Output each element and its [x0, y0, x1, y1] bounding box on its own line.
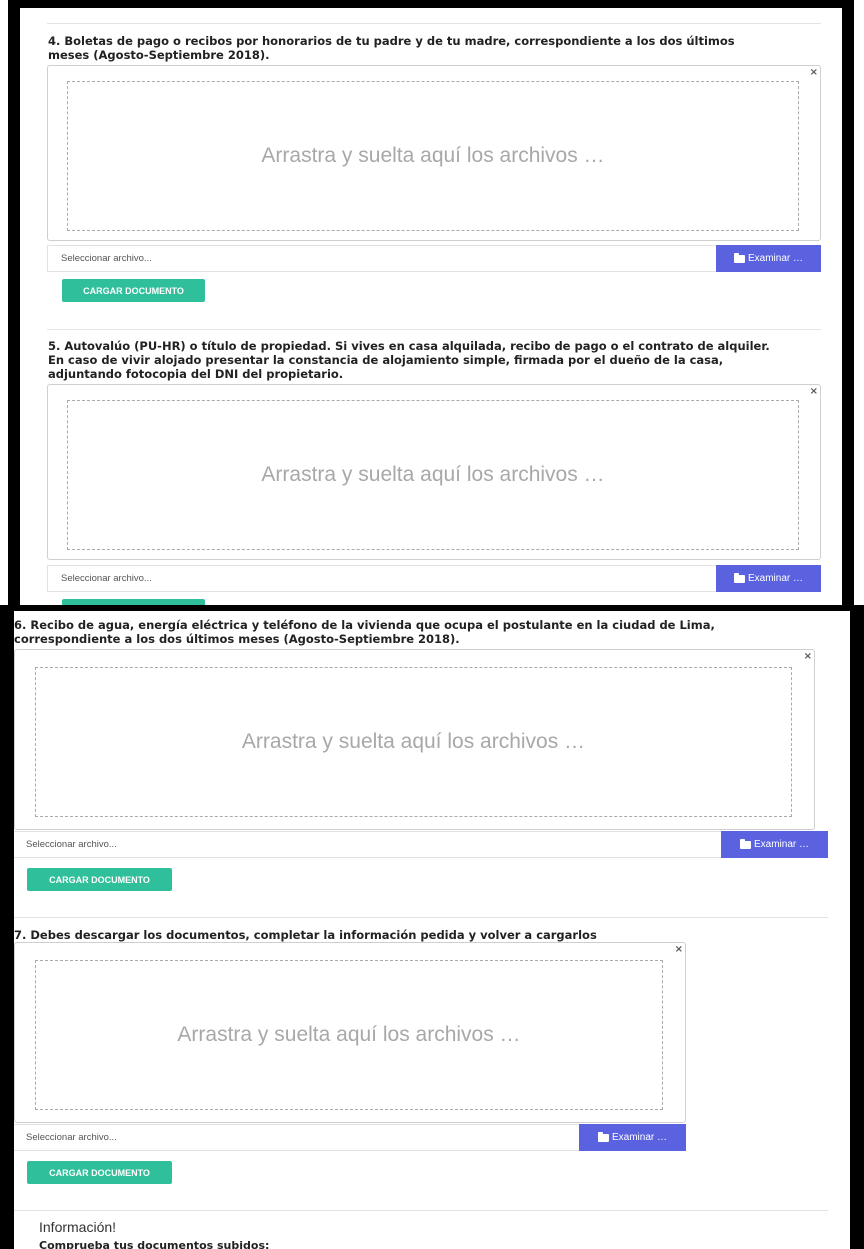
- section-divider: [14, 917, 828, 918]
- section-5-title-line2: En caso de vivir alojado presentar la co…: [48, 353, 724, 367]
- section-6-title-line2: correspondiente a los dos últimos meses …: [14, 632, 460, 646]
- section-4-title: 4. Boletas de pago o recibos por honorar…: [48, 34, 828, 62]
- info-subtitle: Comprueba tus documentos subidos:: [39, 1239, 270, 1249]
- section-7-browse-button[interactable]: Examinar …: [579, 1124, 686, 1151]
- section-6-dropbox[interactable]: × Arrastra y suelta aquí los archivos …: [14, 649, 815, 830]
- browse-button-label: Examinar …: [611, 1132, 667, 1143]
- file-input-placeholder: Seleccionar archivo...: [26, 839, 117, 850]
- section-4-title-line1: 4. Boletas de pago o recibos por honorar…: [48, 34, 735, 48]
- folder-icon: [733, 252, 745, 263]
- close-icon[interactable]: ×: [810, 387, 818, 397]
- folder-icon: [733, 572, 745, 583]
- section-6-title-line1: 6. Recibo de agua, energía eléctrica y t…: [14, 618, 715, 632]
- info-title: Información!: [39, 1219, 117, 1235]
- drop-zone-text: Arrastra y suelta aquí los archivos …: [261, 144, 605, 167]
- section-7-dropzone[interactable]: Arrastra y suelta aquí los archivos …: [35, 960, 663, 1110]
- section-5-title-line3: adjuntando fotocopia del DNI del propiet…: [48, 367, 344, 381]
- section-6-dropzone[interactable]: Arrastra y suelta aquí los archivos …: [35, 667, 792, 817]
- folder-icon: [739, 838, 751, 849]
- section-4-dropbox[interactable]: × Arrastra y suelta aquí los archivos …: [47, 65, 821, 241]
- section-7-file-input[interactable]: Seleccionar archivo... Examinar …: [14, 1124, 686, 1151]
- close-icon[interactable]: ×: [810, 68, 818, 78]
- section-divider: [47, 329, 821, 330]
- drop-zone-text: Arrastra y suelta aquí los archivos …: [241, 730, 586, 753]
- section-5-dropbox[interactable]: × Arrastra y suelta aquí los archivos …: [47, 384, 821, 560]
- section-divider: [47, 23, 821, 24]
- browse-button-label: Examinar …: [747, 253, 803, 264]
- section-7-dropbox[interactable]: × Arrastra y suelta aquí los archivos …: [14, 942, 686, 1123]
- section-4-browse-button[interactable]: Examinar …: [716, 245, 821, 272]
- section-6-file-input[interactable]: Seleccionar archivo... Examinar …: [14, 831, 828, 858]
- close-icon[interactable]: ×: [675, 945, 683, 955]
- section-4-title-line2: meses (Agosto-Septiembre 2018).: [48, 48, 270, 62]
- section-6-upload-button[interactable]: CARGAR DOCUMENTO: [27, 868, 172, 891]
- folder-icon: [597, 1131, 609, 1142]
- section-6-browse-button[interactable]: Examinar …: [721, 831, 828, 858]
- top-screenshot-panel: 4. Boletas de pago o recibos por honorar…: [8, 0, 854, 611]
- file-input-placeholder: Seleccionar archivo...: [61, 573, 152, 584]
- close-icon[interactable]: ×: [804, 652, 812, 662]
- section-5-title: 5. Autovalúo (PU-HR) o título de propied…: [48, 339, 838, 381]
- browse-button-label: Examinar …: [747, 573, 803, 584]
- section-5-title-line1: 5. Autovalúo (PU-HR) o título de propied…: [48, 339, 770, 353]
- section-4-upload-button[interactable]: CARGAR DOCUMENTO: [62, 279, 205, 302]
- section-divider: [14, 1210, 828, 1211]
- section-4-file-input[interactable]: Seleccionar archivo... Examinar …: [47, 245, 821, 272]
- drop-zone-text: Arrastra y suelta aquí los archivos …: [177, 1023, 521, 1046]
- file-input-placeholder: Seleccionar archivo...: [61, 253, 152, 264]
- bottom-screenshot-panel: 6. Recibo de agua, energía eléctrica y t…: [0, 605, 864, 1249]
- drop-zone-text: Arrastra y suelta aquí los archivos …: [261, 463, 605, 486]
- section-4-dropzone[interactable]: Arrastra y suelta aquí los archivos …: [67, 81, 799, 231]
- section-5-dropzone[interactable]: Arrastra y suelta aquí los archivos …: [67, 400, 799, 550]
- section-7-upload-button[interactable]: CARGAR DOCUMENTO: [27, 1161, 172, 1184]
- section-7-title: 7. Debes descargar los documentos, compl…: [14, 928, 714, 942]
- section-6-title: 6. Recibo de agua, energía eléctrica y t…: [14, 618, 844, 646]
- section-5-file-input[interactable]: Seleccionar archivo... Examinar …: [47, 565, 821, 592]
- browse-button-label: Examinar …: [753, 839, 809, 850]
- section-5-browse-button[interactable]: Examinar …: [716, 565, 821, 592]
- section-7-title-line1: 7. Debes descargar los documentos, compl…: [14, 928, 597, 942]
- file-input-placeholder: Seleccionar archivo...: [26, 1132, 117, 1143]
